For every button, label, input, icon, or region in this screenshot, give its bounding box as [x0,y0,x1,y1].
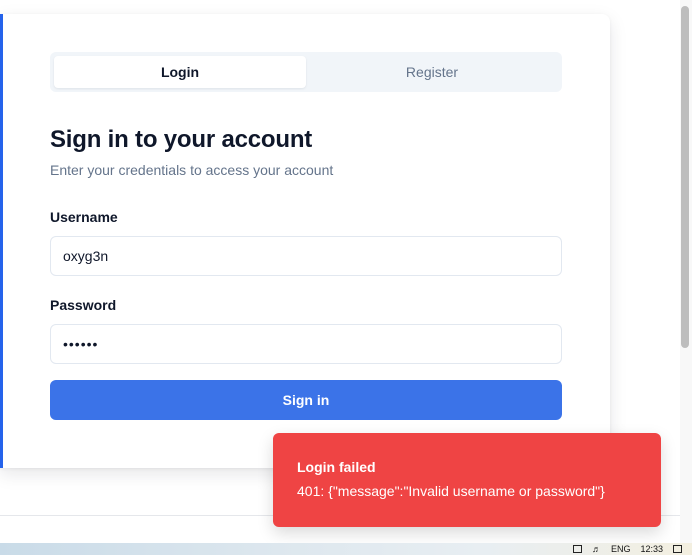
username-label: Username [50,209,118,225]
auth-tabs: Login Register [50,52,562,92]
notification-icon[interactable] [673,545,682,553]
page-title: Sign in to your account [50,126,313,153]
username-input[interactable]: oxyg3n [50,236,562,276]
clock[interactable]: 12:33 [640,543,663,555]
error-toast[interactable]: Login failed 401: {"message":"Invalid us… [273,433,661,527]
password-input[interactable]: •••••• [50,324,562,364]
password-value: •••••• [63,336,99,352]
toast-message: 401: {"message":"Invalid username or pas… [297,483,605,499]
sign-in-button[interactable]: Sign in [50,380,562,420]
language-indicator[interactable]: ENG [611,543,631,555]
taskbar: ♬ ENG 12:33 [0,543,692,555]
password-label: Password [50,297,117,313]
page-subtitle: Enter your credentials to access your ac… [50,162,334,178]
tab-register[interactable]: Register [306,56,558,88]
network-icon[interactable] [572,545,582,553]
tab-login[interactable]: Login [54,56,306,88]
username-value: oxyg3n [63,248,109,264]
toast-title: Login failed [297,459,376,475]
scrollbar-thumb[interactable] [681,6,689,348]
volume-icon[interactable]: ♬ [592,543,601,555]
page: Login Register Sign in to your account E… [0,0,692,555]
